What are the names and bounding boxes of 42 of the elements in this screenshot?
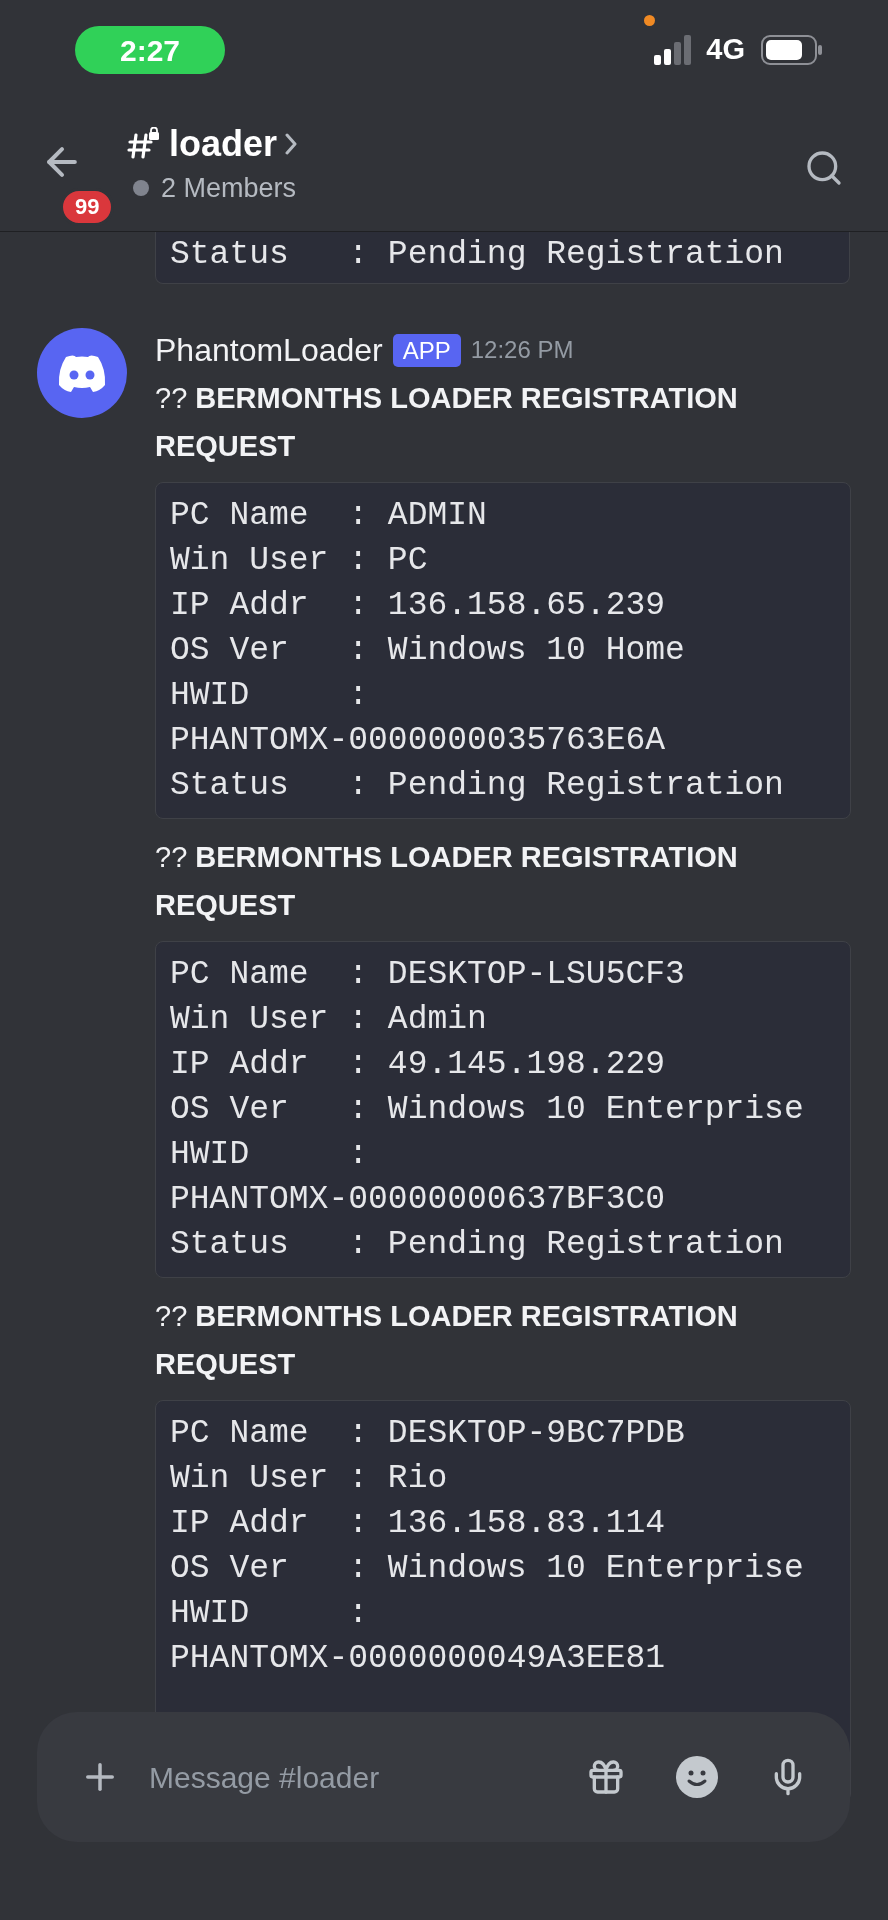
controller-face-icon <box>56 353 108 393</box>
author-name[interactable]: PhantomLoader <box>155 326 383 374</box>
code-line: Win User : Admin <box>170 1000 487 1040</box>
code-line: HWID : <box>170 1135 369 1175</box>
code-line: PC Name : ADMIN <box>170 496 487 536</box>
code-line: Win User : Rio <box>170 1459 448 1499</box>
code-line: PHANTOMX-00000000637BF3C0 <box>170 1180 666 1220</box>
code-line: Status : Pending Registration <box>170 1225 784 1265</box>
code-line: IP Addr : 136.158.83.114 <box>170 1504 666 1544</box>
message-title: ?? BERMONTHS LOADER REGISTRATION REQUEST <box>155 1299 739 1382</box>
network-label: 4G <box>706 32 745 68</box>
locked-channel-icon <box>127 127 161 161</box>
battery-icon <box>761 35 823 65</box>
code-line: Status : Pending Registration <box>170 235 784 275</box>
code-line: PHANTOMX-0000000049A3EE81 <box>170 1639 666 1679</box>
channel-name[interactable]: loader <box>169 122 278 166</box>
code-line: IP Addr : 49.145.198.229 <box>170 1045 666 1085</box>
message-input[interactable]: Message #loader <box>149 1754 578 1800</box>
members-count: 2 Members <box>161 172 297 205</box>
message-time: 12:26 PM <box>470 335 574 365</box>
smile-icon <box>676 1756 718 1798</box>
emoji-button[interactable] <box>676 1756 718 1798</box>
search-icon <box>804 148 844 188</box>
code-line: PC Name : DESKTOP-9BC7PDB <box>170 1414 685 1454</box>
code-line: OS Ver : Windows 10 Home <box>170 631 685 671</box>
search-button[interactable] <box>804 148 844 188</box>
code-line: PC Name : DESKTOP-LSU5CF3 <box>170 955 685 995</box>
message-title: ?? BERMONTHS LOADER REGISTRATION REQUEST <box>155 381 739 464</box>
code-line: OS Ver : Windows 10 Enterprise <box>170 1549 804 1589</box>
code-line: Win User : PC <box>170 541 428 581</box>
code-line: Status : Pending Registration <box>170 766 784 806</box>
app-tag: APP <box>392 333 461 367</box>
code-line: IP Addr : 136.158.65.239 <box>170 586 666 626</box>
time-pill: 2:27 <box>75 26 225 74</box>
code-line: HWID : <box>170 1594 369 1634</box>
gift-icon <box>586 1757 626 1797</box>
message-title: ?? BERMONTHS LOADER REGISTRATION REQUEST <box>155 840 739 923</box>
code-line: HWID : <box>170 676 369 716</box>
gift-button[interactable] <box>586 1757 626 1797</box>
code-line: PHANTOMX-0000000035763E6A <box>170 721 666 761</box>
code-line: OS Ver : Windows 10 Enterprise <box>170 1090 804 1130</box>
chevron-right-icon <box>285 133 298 155</box>
